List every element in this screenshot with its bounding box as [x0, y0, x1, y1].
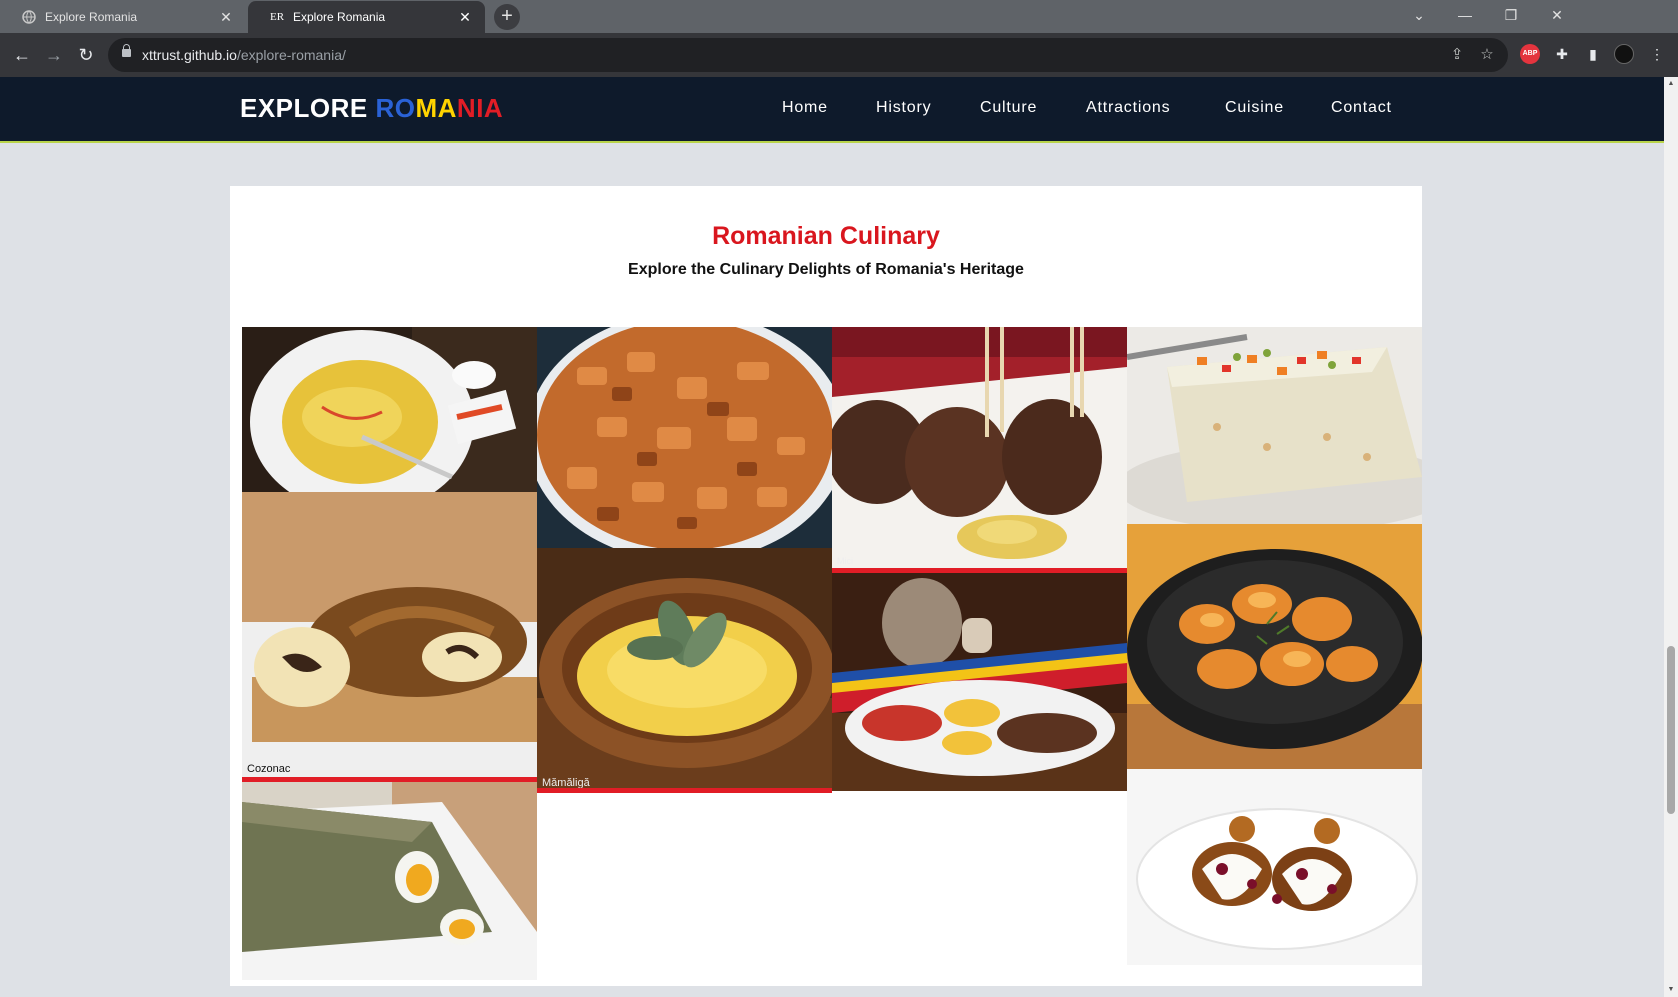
- minimize-icon[interactable]: —: [1442, 0, 1488, 30]
- tab-title: Explore Romania: [293, 10, 386, 24]
- close-tab-icon[interactable]: ✕: [218, 9, 234, 26]
- caption-accent-bar: [537, 788, 832, 793]
- scrollbar-thumb[interactable]: [1667, 646, 1675, 814]
- dish-image: [832, 327, 1127, 573]
- nav-culture-link[interactable]: Culture: [980, 99, 1037, 117]
- dish-tile-platter[interactable]: [832, 573, 1127, 791]
- dish-tile-ciorba[interactable]: [242, 327, 537, 492]
- dish-tile-mici[interactable]: Mici: [832, 327, 1127, 573]
- dish-image: [1127, 327, 1422, 524]
- dish-tile-cozonac[interactable]: Cozonac: [242, 492, 537, 782]
- restore-icon[interactable]: ❐: [1488, 0, 1534, 30]
- reload-icon[interactable]: ↻: [72, 41, 100, 69]
- back-icon[interactable]: ←: [8, 41, 36, 69]
- nav-attractions-link[interactable]: Attractions: [1086, 99, 1170, 117]
- forward-icon[interactable]: →: [40, 41, 68, 69]
- page-viewport: EXPLORE ROMANIA Home History Culture Att…: [0, 77, 1664, 997]
- dish-image: [1127, 524, 1422, 769]
- bookmark-star-icon[interactable]: ☆: [1477, 45, 1497, 65]
- browser-toolbar: ← → ↻ xttrust.github.io/explore-romania/…: [0, 33, 1678, 77]
- extensions-puzzle-icon[interactable]: ✚: [1552, 44, 1572, 64]
- dish-tile-salata-boeuf[interactable]: [1127, 327, 1422, 524]
- dish-tile-jumari[interactable]: [537, 327, 832, 548]
- dish-tile-tochitura[interactable]: [1127, 524, 1422, 769]
- dish-tile-papanasi[interactable]: [1127, 769, 1422, 965]
- url-text[interactable]: xttrust.github.io/explore-romania/: [142, 47, 346, 63]
- browser-tab-2[interactable]: ER Explore Romania ✕: [248, 1, 485, 33]
- nav-home-link[interactable]: Home: [782, 99, 828, 117]
- address-bar[interactable]: xttrust.github.io/explore-romania/ ⇪ ☆: [108, 38, 1508, 72]
- section-subtitle: Explore the Culinary Delights of Romania…: [628, 261, 1024, 278]
- side-panel-icon[interactable]: ▮: [1583, 44, 1603, 64]
- globe-icon: [21, 9, 37, 25]
- scroll-up-icon[interactable]: ▲: [1664, 77, 1678, 91]
- dish-image: [242, 327, 537, 492]
- browser-tab-1[interactable]: Explore Romania ✕: [0, 1, 246, 33]
- page-scrollbar[interactable]: ▲ ▼: [1664, 77, 1678, 997]
- adblock-extension-icon[interactable]: ABP: [1520, 44, 1540, 64]
- dish-image: [537, 548, 832, 793]
- kebab-menu-icon[interactable]: ⋮: [1647, 44, 1667, 64]
- close-tab-icon[interactable]: ✕: [457, 9, 473, 26]
- dish-tile-mamaliga[interactable]: Mămăligă: [537, 548, 832, 793]
- dish-tile-drob[interactable]: [242, 782, 537, 980]
- dish-image: [242, 782, 537, 980]
- culinary-section: Romanian Culinary Explore the Culinary D…: [230, 186, 1422, 986]
- site-favicon: ER: [269, 11, 285, 23]
- scroll-down-icon[interactable]: ▼: [1664, 983, 1678, 997]
- dish-caption: Mici: [837, 556, 853, 566]
- dish-caption: Cozonac: [247, 763, 291, 775]
- tab-search-icon[interactable]: ⌄: [1396, 0, 1442, 30]
- close-window-icon[interactable]: ✕: [1534, 0, 1580, 30]
- dish-image: [242, 492, 537, 782]
- lock-icon: [122, 44, 131, 57]
- tab-strip: Explore Romania ✕ ER Explore Romania ✕ +…: [0, 0, 1678, 33]
- nav-history-link[interactable]: History: [876, 99, 931, 117]
- profile-avatar[interactable]: [1614, 44, 1634, 64]
- section-title: Romanian Culinary: [712, 222, 940, 250]
- dish-image: [832, 573, 1127, 791]
- tab-title: Explore Romania: [45, 10, 138, 24]
- share-icon[interactable]: ⇪: [1447, 45, 1467, 65]
- dish-image: [537, 327, 832, 548]
- dish-image: [1127, 769, 1422, 965]
- new-tab-button[interactable]: +: [494, 4, 520, 30]
- site-navbar: EXPLORE ROMANIA Home History Culture Att…: [0, 77, 1664, 143]
- site-logo[interactable]: EXPLORE ROMANIA: [240, 93, 503, 124]
- nav-contact-link[interactable]: Contact: [1331, 99, 1392, 117]
- nav-cuisine-link[interactable]: Cuisine: [1225, 99, 1284, 117]
